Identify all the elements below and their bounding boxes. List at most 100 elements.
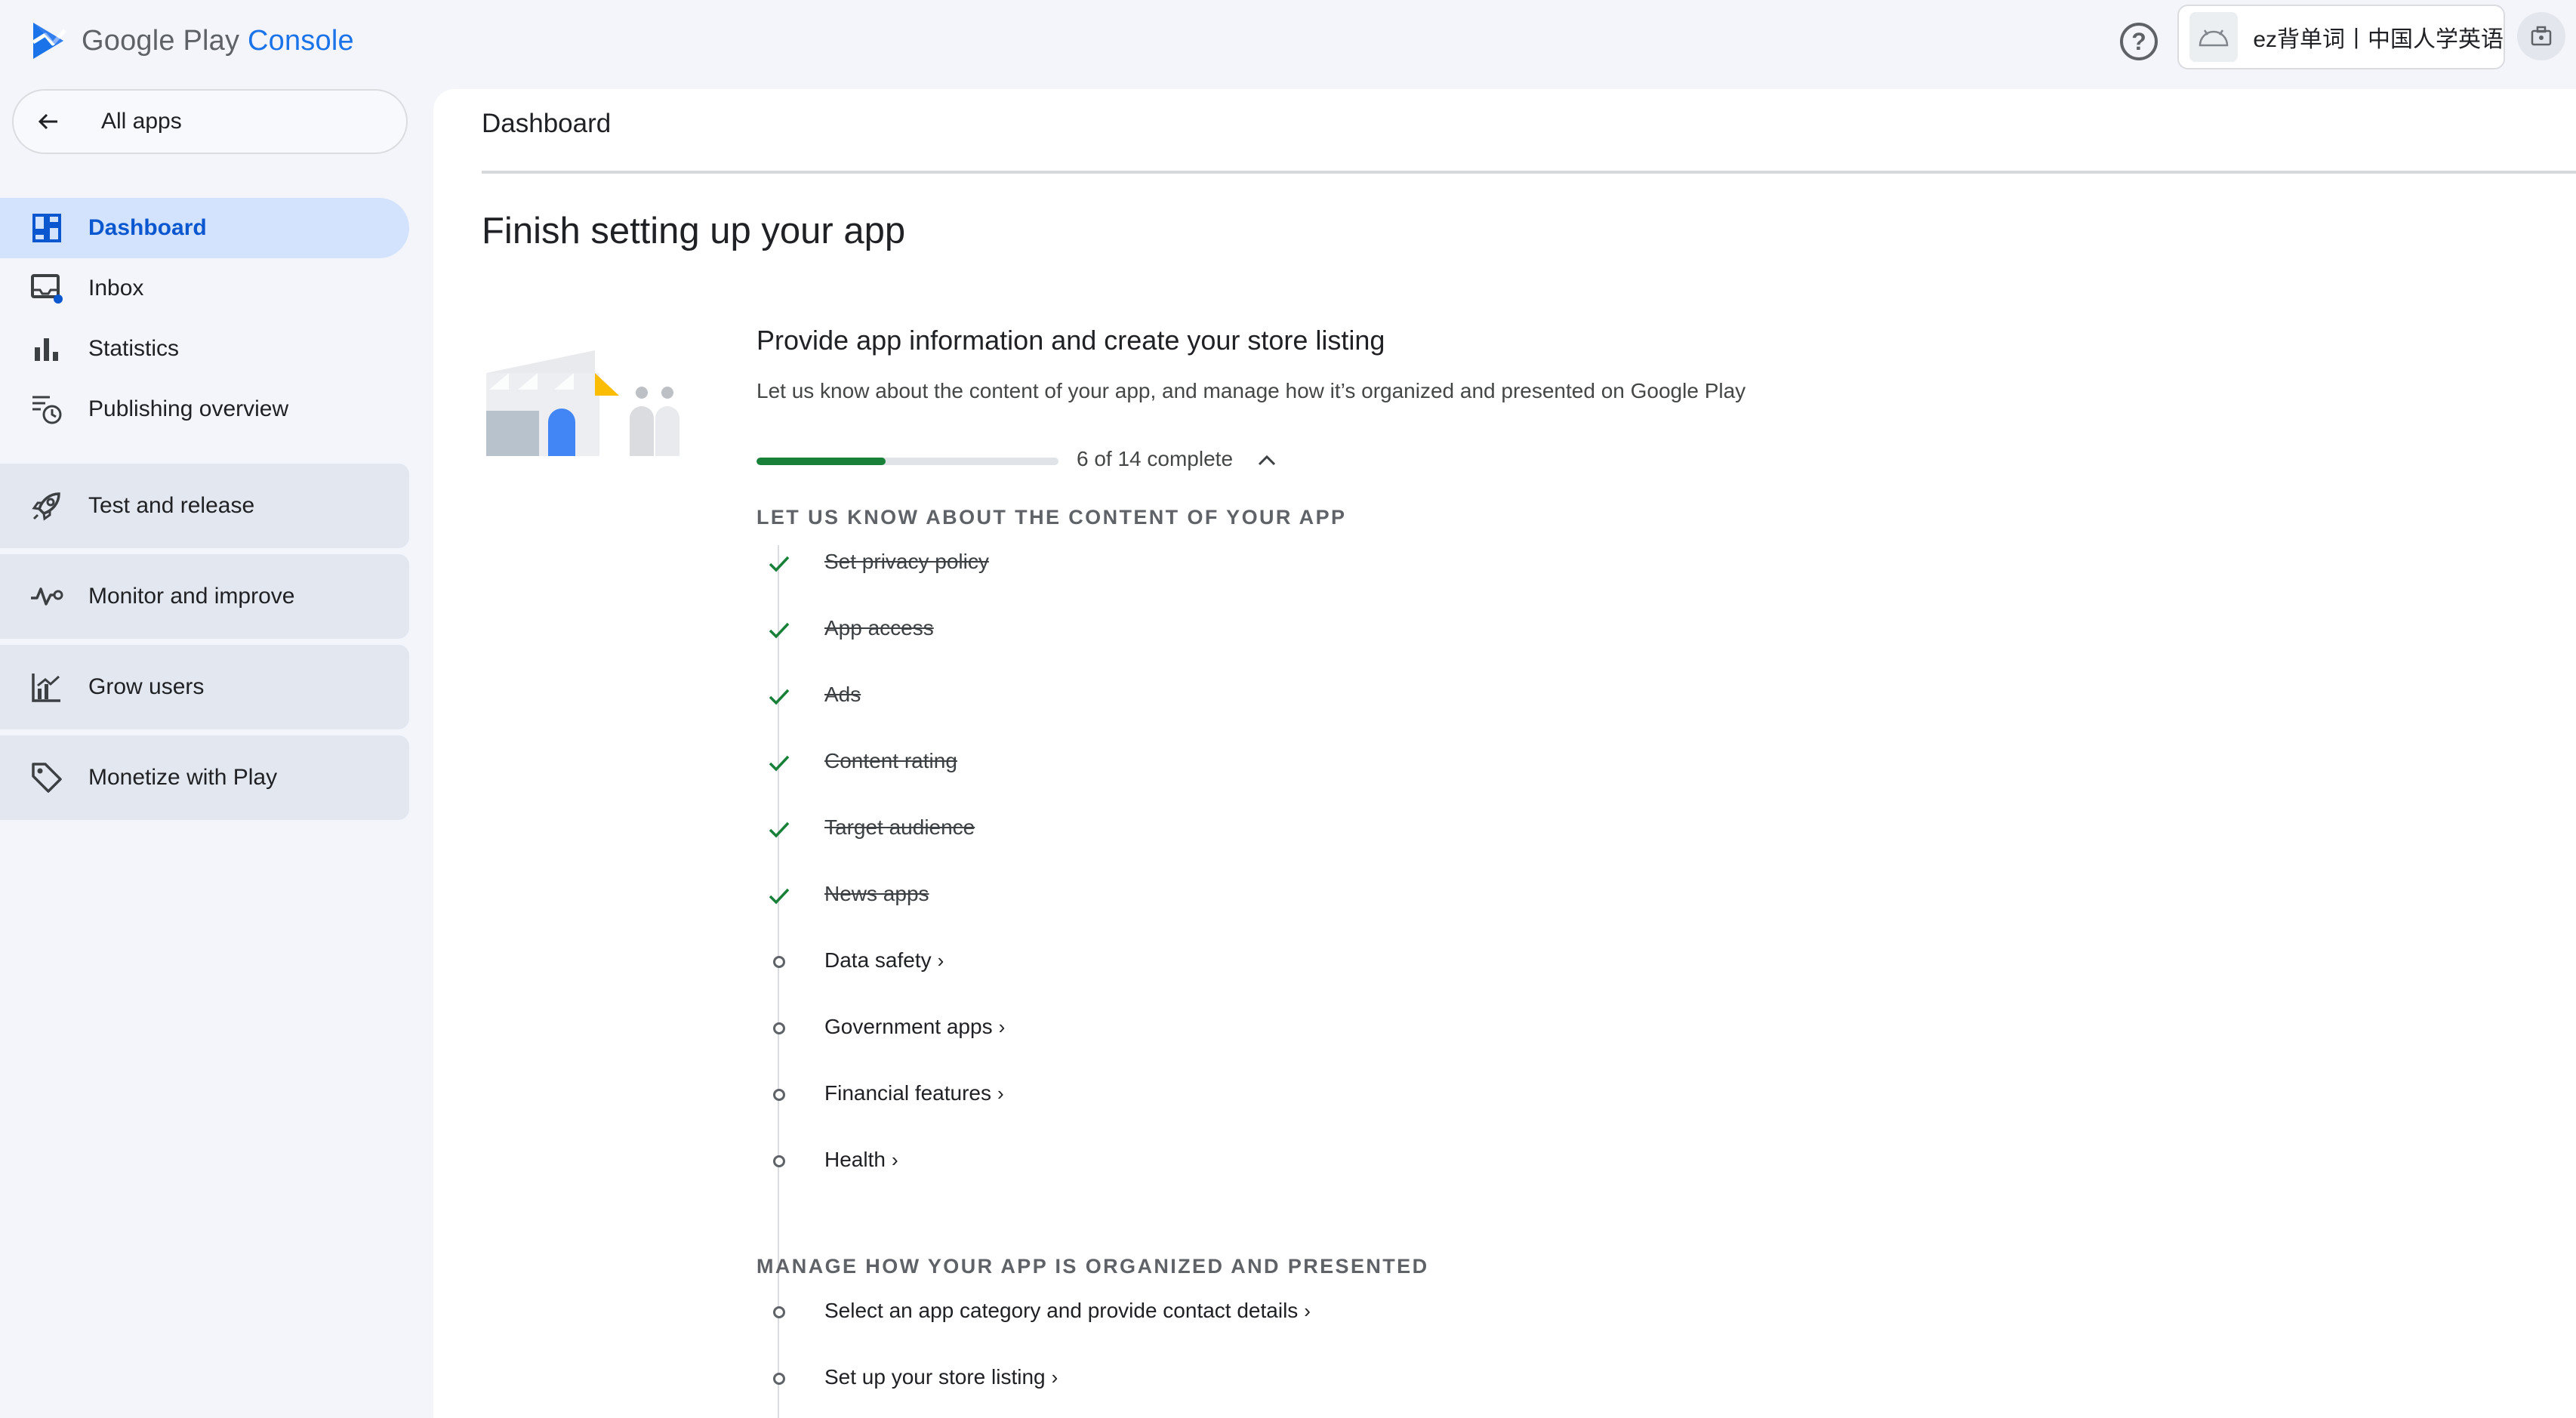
chevron-right-icon: › [1304, 1299, 1311, 1322]
all-apps-label: All apps [101, 109, 182, 134]
task-item[interactable]: Select an app category and provide conta… [756, 1290, 1813, 1335]
task-label-text: Data safety [824, 948, 932, 972]
check-icon [761, 806, 797, 852]
help-icon[interactable]: ? [2120, 23, 2158, 60]
pending-circle-icon [761, 1290, 797, 1335]
task-item: App access [756, 607, 1813, 652]
task-item: Content rating [756, 740, 1813, 785]
task-item: Ads [756, 674, 1813, 719]
task-label-text: App access [824, 616, 934, 640]
sidebar-group-grow-users[interactable]: Grow users [0, 645, 409, 729]
task-label: Set privacy policy [824, 550, 989, 574]
section-title: Provide app information and create your … [756, 325, 1385, 356]
android-glyph [2199, 29, 2229, 47]
setup-progress-bar [756, 458, 1058, 465]
task-item[interactable]: Government apps › [756, 1006, 1813, 1051]
progress-fill [756, 458, 886, 465]
pending-circle-icon [761, 1006, 797, 1051]
content-group-label: LET US KNOW ABOUT THE CONTENT OF YOUR AP… [756, 506, 1347, 529]
sidebar-group-label: Monetize with Play [88, 765, 278, 790]
sidebar-group-label: Test and release [88, 493, 255, 518]
bar-chart-icon [29, 331, 65, 367]
sidebar-group-monetize-with-play[interactable]: Monetize with Play [0, 735, 409, 820]
sidebar-item-label: Statistics [88, 336, 180, 361]
task-label-text: News apps [824, 882, 929, 905]
pending-circle-icon [761, 939, 797, 985]
main-content: Dashboard Finish setting up your app Pro… [433, 89, 2576, 1418]
pending-circle-icon [761, 1356, 797, 1401]
task-label-text: Target audience [824, 815, 975, 839]
pending-circle-icon [761, 1139, 797, 1184]
sidebar-item-statistics[interactable]: Statistics [0, 319, 409, 379]
account-icon[interactable] [2517, 12, 2565, 60]
page-title: Dashboard [482, 109, 612, 138]
vitals-icon [29, 578, 65, 615]
task-label: News apps [824, 882, 929, 906]
chevron-right-icon: › [937, 949, 944, 972]
sidebar: All apps Dashboard Inbox Statistics Publ… [0, 83, 430, 1418]
chevron-right-icon: › [998, 1016, 1006, 1038]
task-label: Ads [824, 683, 861, 707]
sidebar-item-label: Dashboard [88, 215, 207, 240]
sidebar-item-dashboard[interactable]: Dashboard [0, 198, 409, 258]
sidebar-group-label: Monitor and improve [88, 584, 295, 609]
help-icon-glyph: ? [2131, 27, 2146, 55]
play-console-root: Google Play Console ? ez背单词丨中国人学英语 All a… [0, 0, 2576, 1418]
app-switcher[interactable]: ez背单词丨中国人学英语 [2177, 5, 2505, 69]
google-play-console-logo[interactable]: Google Play Console [30, 18, 354, 63]
briefcase-icon [2531, 26, 2552, 46]
task-label: App access [824, 616, 934, 640]
sidebar-item-publishing-overview[interactable]: Publishing overview [0, 379, 409, 439]
tag-icon [29, 760, 65, 796]
check-icon [761, 740, 797, 785]
task-label-text: Health [824, 1148, 886, 1171]
brand-google-play: Google Play [82, 24, 240, 57]
android-icon [2189, 12, 2239, 62]
task-label: Select an app category and provide conta… [824, 1299, 1311, 1323]
task-item[interactable]: Set up your store listing › [756, 1356, 1813, 1401]
timeline-line [778, 545, 779, 1300]
task-label-text: Select an app category and provide conta… [824, 1299, 1299, 1322]
task-label-text: Set up your store listing [824, 1365, 1046, 1389]
dashboard-icon [29, 210, 65, 246]
chevron-right-icon: › [997, 1082, 1004, 1105]
chevron-up-icon[interactable] [1253, 447, 1280, 474]
task-label: Data safety › [824, 948, 944, 973]
task-item[interactable]: Financial features › [756, 1072, 1813, 1117]
store-listing-illustration [486, 350, 679, 456]
task-item[interactable]: Data safety › [756, 939, 1813, 985]
logo-text: Google Play Console [82, 25, 354, 57]
task-label: Content rating [824, 749, 957, 773]
sidebar-group-monitor-and-improve[interactable]: Monitor and improve [0, 554, 409, 639]
chevron-right-icon: › [891, 1148, 898, 1171]
sidebar-group-test-and-release[interactable]: Test and release [0, 464, 409, 548]
all-apps-button[interactable]: All apps [12, 89, 408, 154]
sidebar-item-inbox[interactable]: Inbox [0, 258, 409, 319]
task-label: Government apps › [824, 1015, 1005, 1039]
task-label: Health › [824, 1148, 898, 1172]
task-label: Target audience [824, 815, 975, 840]
section-description: Let us know about the content of your ap… [756, 379, 1746, 402]
task-label: Financial features › [824, 1081, 1004, 1105]
check-icon [761, 873, 797, 918]
task-label-text: Ads [824, 683, 861, 706]
check-icon [761, 674, 797, 719]
app-name: ez背单词丨中国人学英语 [2253, 27, 2504, 52]
sidebar-item-label: Inbox [88, 276, 144, 301]
setup-heading: Finish setting up your app [482, 211, 906, 251]
title-divider [482, 171, 2576, 174]
progress-label: 6 of 14 complete [1077, 447, 1234, 470]
task-item: News apps [756, 873, 1813, 918]
arrow-back-icon [36, 106, 66, 137]
task-label: Set up your store listing › [824, 1365, 1058, 1389]
brand-console: Console [247, 24, 354, 57]
task-label-text: Content rating [824, 749, 957, 772]
chevron-right-icon: › [1051, 1366, 1058, 1389]
task-label-text: Government apps [824, 1015, 993, 1038]
growth-icon [29, 669, 65, 705]
check-icon [761, 607, 797, 652]
task-item[interactable]: Health › [756, 1139, 1813, 1184]
task-item: Target audience [756, 806, 1813, 852]
inbox-icon [29, 270, 65, 307]
task-item: Set privacy policy [756, 541, 1813, 586]
